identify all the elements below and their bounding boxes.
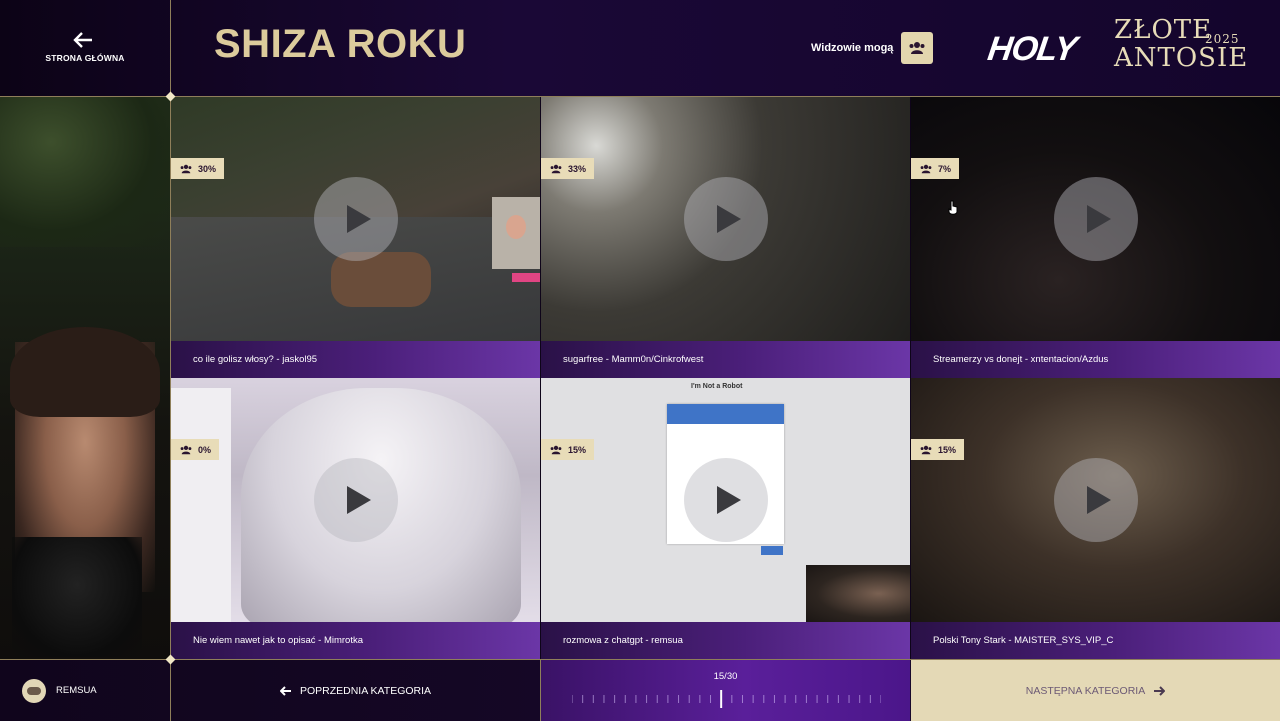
play-icon[interactable] xyxy=(1053,177,1138,261)
video-card[interactable]: 33% sugarfree - Mamm0n/Cinkrofwest xyxy=(541,97,910,378)
vote-percent-badge: 15% xyxy=(911,439,965,460)
thumb-facecam xyxy=(492,197,540,269)
users-icon xyxy=(920,445,932,454)
mouse-cursor-icon xyxy=(948,200,958,215)
vote-percent-badge: 15% xyxy=(541,439,595,460)
captcha-header xyxy=(667,404,784,424)
category-title: SHIZA ROKU xyxy=(214,22,467,66)
microphone xyxy=(12,537,142,657)
users-icon xyxy=(550,445,562,454)
user-profile[interactable]: REMSUA xyxy=(0,660,171,721)
thumb-car xyxy=(331,252,431,307)
streamer-hair xyxy=(10,327,160,417)
users-icon xyxy=(920,164,932,173)
progress-counter: 15/30 xyxy=(713,671,738,682)
streamer-webcam xyxy=(0,97,171,659)
video-card[interactable]: 7% Streamerzy vs donejt - xntentacion/Az… xyxy=(911,97,1280,378)
users-icon xyxy=(180,164,192,173)
video-card[interactable]: 30% co ile golisz włosy? - jaskol95 xyxy=(171,97,540,378)
video-card[interactable]: 15% Polski Tony Stark - MAISTER_SYS_VIP_… xyxy=(911,378,1280,659)
vote-percent: 0% xyxy=(198,444,212,455)
holy-logo: HOLY xyxy=(985,30,1079,68)
video-card[interactable]: 0% Nie wiem nawet jak to opisać - Mimrot… xyxy=(171,378,540,659)
viewers-label: Widzowie mogą xyxy=(811,42,894,54)
video-title: rozmowa z chatgpt - remsua xyxy=(541,622,910,659)
viewers-vote-toggle[interactable]: Widzowie mogą xyxy=(811,32,934,64)
category-progress: 15/30 xyxy=(541,660,910,721)
play-icon[interactable] xyxy=(313,458,398,542)
video-card[interactable]: I'm Not a Robot 15% rozmowa z chatgpt - … xyxy=(541,378,910,659)
captcha-verify xyxy=(761,546,783,555)
users-icon xyxy=(180,445,192,454)
home-label: STRONA GŁÓWNA xyxy=(45,53,125,63)
avatar xyxy=(22,679,46,703)
vote-percent-badge: 7% xyxy=(911,158,960,179)
progress-ticks xyxy=(572,690,881,708)
thumb-overlay-bar xyxy=(512,273,540,282)
thumb-facecam xyxy=(806,565,910,622)
users-icon xyxy=(550,164,562,173)
top-bar: STRONA GŁÓWNA SHIZA ROKU Widzowie mogą H… xyxy=(0,0,1280,97)
video-title: co ile golisz włosy? - jaskol95 xyxy=(171,341,540,378)
play-icon[interactable] xyxy=(1053,458,1138,542)
logo-line-2: ANTOSIE xyxy=(1114,43,1249,73)
next-category-button[interactable]: NASTĘPNA KATEGORIA xyxy=(911,660,1280,721)
video-title: Polski Tony Stark - MAISTER_SYS_VIP_C xyxy=(911,622,1280,659)
vote-percent: 30% xyxy=(198,163,217,174)
vote-percent: 7% xyxy=(938,163,952,174)
vote-percent-badge: 33% xyxy=(541,158,595,179)
vote-percent: 33% xyxy=(568,163,587,174)
home-button[interactable]: STRONA GŁÓWNA xyxy=(0,0,171,96)
arrow-right-icon xyxy=(1154,685,1166,696)
logo-year: 2025 xyxy=(1205,32,1240,46)
users-icon xyxy=(909,42,925,54)
viewers-button[interactable] xyxy=(901,32,934,64)
previous-category-label: POPRZEDNIA KATEGORIA xyxy=(299,684,432,697)
vote-percent-badge: 30% xyxy=(171,158,225,179)
vote-percent: 15% xyxy=(938,444,957,455)
bottom-bar: REMSUA POPRZEDNIA KATEGORIA 15/30 NASTĘP… xyxy=(0,659,1280,721)
video-title: Nie wiem nawet jak to opisać - Mimrotka xyxy=(171,622,540,659)
vote-percent-badge: 0% xyxy=(171,439,220,460)
thumb-chat-panel xyxy=(171,388,231,623)
background-plant xyxy=(0,97,170,247)
next-category-label: NASTĘPNA KATEGORIA xyxy=(1025,684,1146,697)
video-title: Streamerzy vs donejt - xntentacion/Azdus xyxy=(911,341,1280,378)
vote-percent: 15% xyxy=(568,444,587,455)
arrow-left-icon xyxy=(279,685,291,696)
play-icon[interactable] xyxy=(683,177,768,261)
play-icon[interactable] xyxy=(313,177,398,261)
previous-category-button[interactable]: POPRZEDNIA KATEGORIA xyxy=(171,660,541,721)
arrow-left-icon xyxy=(73,32,92,48)
username: REMSUA xyxy=(56,685,97,696)
captcha-title: I'm Not a Robot xyxy=(691,383,743,390)
video-title: sugarfree - Mamm0n/Cinkrofwest xyxy=(541,341,910,378)
play-icon[interactable] xyxy=(683,458,768,542)
